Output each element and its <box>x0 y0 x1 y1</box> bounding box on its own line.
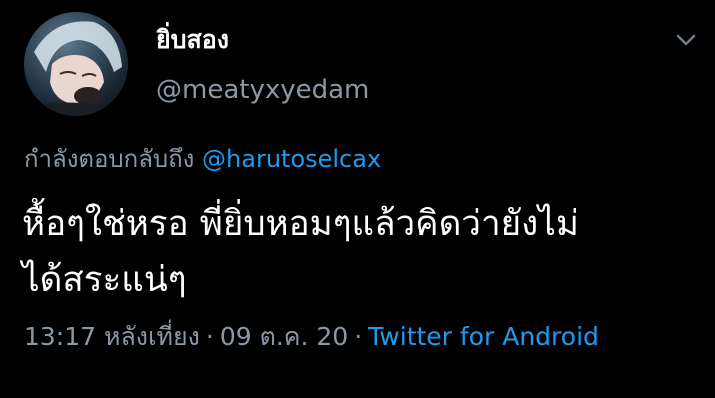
tweet-meta: 13:17 หลังเที่ยง · 09 ต.ค. 20 · Twitter for … <box>24 320 599 354</box>
chevron-down-icon[interactable] <box>672 26 700 54</box>
replying-to: กำลังตอบกลับถึง @harutoselcax <box>24 142 381 176</box>
tweet-source-link[interactable]: Twitter for Android <box>368 322 599 351</box>
author-handle[interactable]: @meatyxyedam <box>156 72 369 108</box>
tweet-text-line: ได้สระแน่ๆ <box>22 260 187 300</box>
avatar-image <box>24 12 128 116</box>
tweet: ยิ่บสอง @meatyxyedam กำลังตอบกลับถึง @ha… <box>0 0 715 398</box>
author-display-name[interactable]: ยิ่บสอง <box>156 22 229 58</box>
avatar[interactable] <box>24 12 128 116</box>
reply-mention-link[interactable]: @harutoselcax <box>202 145 381 173</box>
tweet-date[interactable]: 09 ต.ค. 20 <box>220 322 348 351</box>
meta-separator: · <box>205 322 214 351</box>
tweet-text-line: หื้อๆใช่หรอ พี่ยิ่บหอมๆแล้วคิดว่ายังไม่ <box>22 204 579 244</box>
tweet-text: หื้อๆใช่หรอ พี่ยิ่บหอมๆแล้วคิดว่ายังไม่ … <box>22 196 702 308</box>
replying-to-label: กำลังตอบกลับถึง <box>24 145 195 173</box>
tweet-time[interactable]: 13:17 หลังเที่ยง <box>24 322 200 351</box>
meta-separator: · <box>354 322 363 351</box>
